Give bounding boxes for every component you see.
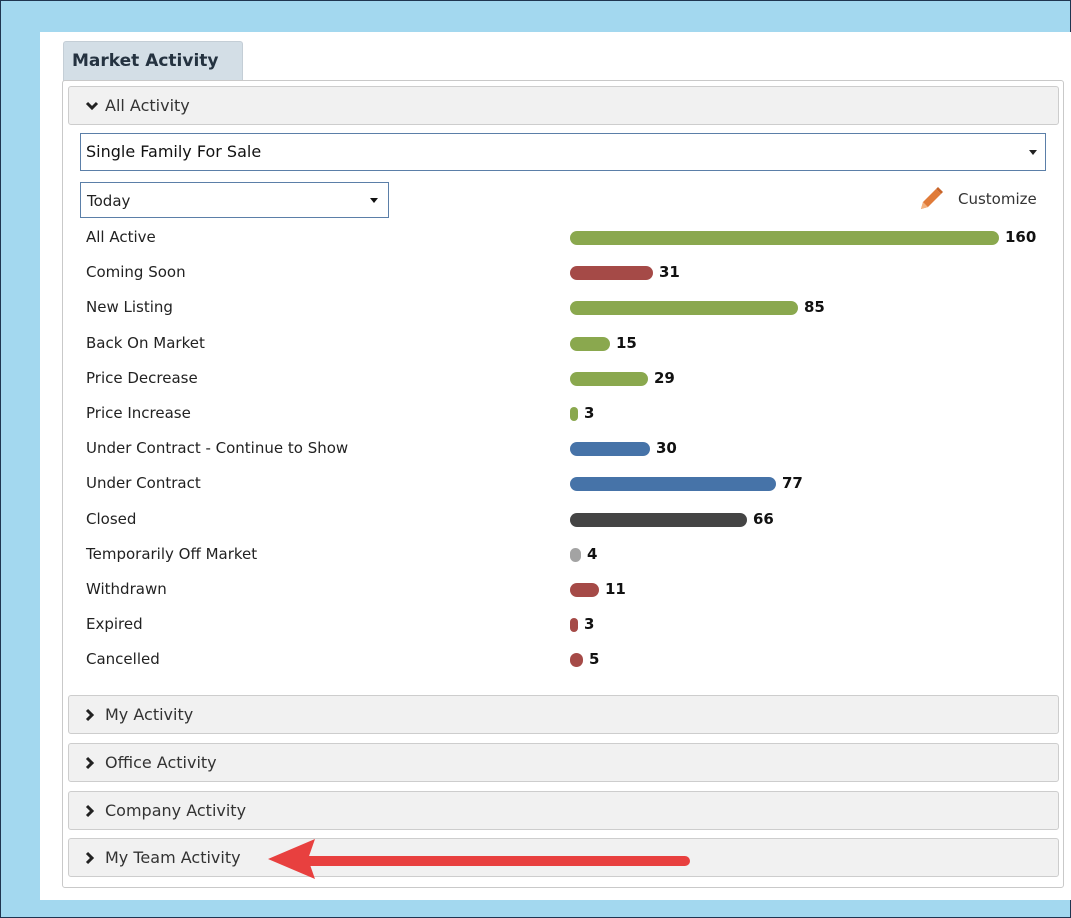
activity-label: Price Increase <box>86 404 191 422</box>
activity-row[interactable]: Closed 66 <box>63 508 1063 543</box>
activity-bar[interactable] <box>570 583 599 597</box>
section-my-activity-header[interactable]: My Activity <box>68 695 1059 734</box>
activity-count: 160 <box>1005 228 1037 246</box>
activity-count: 29 <box>654 369 675 387</box>
activity-label: Closed <box>86 510 137 528</box>
chevron-right-icon <box>85 792 99 829</box>
chevron-right-icon <box>85 696 99 733</box>
activity-bar[interactable] <box>570 337 610 351</box>
section-office-activity-label: Office Activity <box>105 753 217 772</box>
activity-label: Temporarily Off Market <box>86 545 258 563</box>
activity-count: 31 <box>659 263 680 281</box>
activity-count: 77 <box>782 474 803 492</box>
section-office-activity-header[interactable]: Office Activity <box>68 743 1059 782</box>
chevron-down-icon <box>85 87 99 124</box>
activity-count: 3 <box>584 404 595 422</box>
section-all-activity-header[interactable]: All Activity <box>68 86 1059 125</box>
activity-row[interactable]: Temporarily Off Market 4 <box>63 543 1063 578</box>
activity-label: Under Contract <box>86 474 201 492</box>
property-type-select[interactable]: Single Family For Sale <box>80 133 1046 171</box>
activity-count: 4 <box>587 545 598 563</box>
property-type-value: Single Family For Sale <box>86 142 262 161</box>
section-all-activity-label: All Activity <box>105 96 190 115</box>
activity-bar[interactable] <box>570 513 747 527</box>
activity-label: Back On Market <box>86 334 205 352</box>
activity-row[interactable]: Price Decrease 29 <box>63 367 1063 402</box>
section-company-activity-header[interactable]: Company Activity <box>68 791 1059 830</box>
activity-label: Expired <box>86 615 143 633</box>
activity-label: Price Decrease <box>86 369 198 387</box>
activity-label: Under Contract - Continue to Show <box>86 439 349 457</box>
activity-row[interactable]: New Listing 85 <box>63 296 1063 331</box>
activity-bar[interactable] <box>570 442 650 456</box>
activity-bar[interactable] <box>570 231 999 245</box>
section-company-activity-label: Company Activity <box>105 801 247 820</box>
activity-row[interactable]: All Active 160 <box>63 226 1063 261</box>
section-my-activity-label: My Activity <box>105 705 194 724</box>
activity-count: 85 <box>804 298 825 316</box>
activity-count: 15 <box>616 334 637 352</box>
activity-row[interactable]: Price Increase 3 <box>63 402 1063 437</box>
activity-bar[interactable] <box>570 618 578 632</box>
dropdown-caret-icon <box>370 198 378 203</box>
activity-count: 11 <box>605 580 626 598</box>
activity-bar[interactable] <box>570 548 581 562</box>
activity-row[interactable]: Coming Soon 31 <box>63 261 1063 296</box>
activity-count: 30 <box>656 439 677 457</box>
activity-bar[interactable] <box>570 477 776 491</box>
activity-row[interactable]: Expired 3 <box>63 613 1063 648</box>
activity-bar[interactable] <box>570 653 583 667</box>
chevron-right-icon <box>85 839 99 876</box>
activity-row[interactable]: Under Contract 77 <box>63 472 1063 507</box>
activity-label: New Listing <box>86 298 173 316</box>
activity-row[interactable]: Cancelled 5 <box>63 648 1063 683</box>
period-value: Today <box>87 192 131 210</box>
tab-market-activity[interactable]: Market Activity <box>63 41 243 81</box>
activity-label: Coming Soon <box>86 263 186 281</box>
activity-count: 66 <box>753 510 774 528</box>
activity-bar[interactable] <box>570 266 653 280</box>
period-select[interactable]: Today <box>80 182 389 218</box>
section-my-team-activity-label: My Team Activity <box>105 848 241 867</box>
pencil-icon <box>916 184 946 224</box>
market-activity-widget: Market Activity All Activity Single Fami… <box>40 32 1071 900</box>
section-my-team-activity-header[interactable]: My Team Activity <box>68 838 1059 877</box>
activity-bar[interactable] <box>570 301 798 315</box>
activity-row[interactable]: Back On Market 15 <box>63 332 1063 367</box>
chevron-right-icon <box>85 744 99 781</box>
activity-bar[interactable] <box>570 372 648 386</box>
customize-label: Customize <box>958 190 1037 208</box>
activity-row[interactable]: Withdrawn 11 <box>63 578 1063 613</box>
activity-bar[interactable] <box>570 407 578 421</box>
activity-count: 3 <box>584 615 595 633</box>
activity-count: 5 <box>589 650 600 668</box>
activity-label: All Active <box>86 228 156 246</box>
activity-label: Cancelled <box>86 650 160 668</box>
activity-row[interactable]: Under Contract - Continue to Show 30 <box>63 437 1063 472</box>
activity-label: Withdrawn <box>86 580 167 598</box>
dropdown-caret-icon <box>1029 150 1037 155</box>
accordion-container: All Activity Single Family For Sale Toda… <box>62 80 1064 888</box>
